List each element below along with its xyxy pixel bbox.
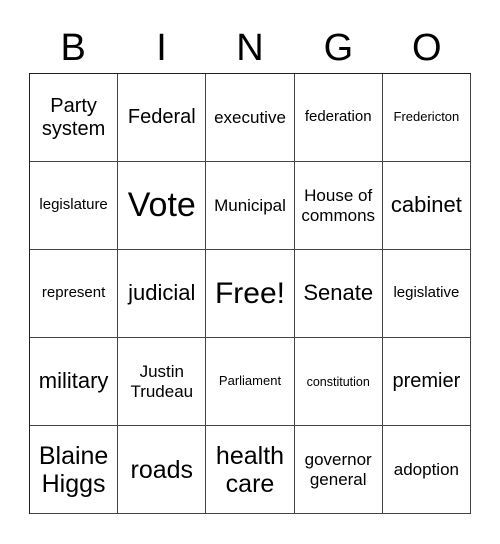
cell-text: governor general <box>304 450 372 489</box>
bingo-cell[interactable]: military <box>30 338 119 426</box>
cell-text: represent <box>41 284 106 302</box>
bingo-cell[interactable]: Justin Trudeau <box>118 338 207 426</box>
cell-text: Fredericton <box>393 109 460 125</box>
cell-text: Party system <box>41 95 106 140</box>
bingo-cell[interactable]: constitution <box>294 338 383 426</box>
bingo-cell[interactable]: Vote <box>118 162 207 250</box>
header-letter-n: N <box>236 27 264 69</box>
cell-text: legislative <box>393 284 460 302</box>
bingo-cell[interactable]: Party system <box>30 74 119 162</box>
bingo-header: B I N G O <box>29 24 471 72</box>
cell-text: Justin Trudeau <box>130 362 194 401</box>
cell-text: military <box>38 368 109 394</box>
bingo-cell[interactable]: House of commons <box>294 162 383 250</box>
cell-text: federation <box>304 108 372 126</box>
header-letter-g: G <box>323 27 354 69</box>
header-letter-o: O <box>411 27 442 69</box>
bingo-cell[interactable]: Federal <box>118 74 207 162</box>
cell-text: Municipal <box>214 195 286 215</box>
bingo-cell[interactable]: federation <box>294 74 383 162</box>
cell-text: adoption <box>393 459 459 479</box>
cell-text: roads <box>130 455 194 484</box>
cell-text: legislature <box>39 196 108 214</box>
cell-text: executive <box>214 107 286 127</box>
bingo-cell[interactable]: Parliament <box>206 338 295 426</box>
bingo-cell[interactable]: executive <box>206 74 295 162</box>
bingo-cell[interactable]: Senate <box>294 250 383 338</box>
header-letter-i: I <box>156 27 167 69</box>
cell-text: Federal <box>127 106 196 129</box>
cell-text: judicial <box>128 280 196 306</box>
bingo-cell[interactable]: cabinet <box>382 162 471 250</box>
cell-text: Vote <box>127 186 196 225</box>
cell-text: health care <box>215 441 285 498</box>
bingo-cell[interactable]: governor general <box>294 426 383 514</box>
cell-text: Free! <box>214 276 285 310</box>
bingo-cell[interactable]: Fredericton <box>382 74 471 162</box>
bingo-cell[interactable]: legislative <box>382 250 471 338</box>
free-space[interactable]: Free! <box>206 250 295 338</box>
bingo-cell[interactable]: roads <box>118 426 207 514</box>
bingo-grid: Party system Federal executive federatio… <box>29 73 471 514</box>
bingo-cell[interactable]: health care <box>206 426 295 514</box>
bingo-cell[interactable]: judicial <box>118 250 207 338</box>
cell-text: premier <box>392 370 461 393</box>
bingo-cell[interactable]: Blaine Higgs <box>30 426 119 514</box>
bingo-cell[interactable]: represent <box>30 250 119 338</box>
cell-text: constitution <box>306 374 370 389</box>
cell-text: cabinet <box>390 192 462 218</box>
bingo-cell[interactable]: adoption <box>382 426 471 514</box>
cell-text: Blaine Higgs <box>38 441 109 498</box>
cell-text: Parliament <box>218 373 282 389</box>
bingo-cell[interactable]: legislature <box>30 162 119 250</box>
bingo-cell[interactable]: Municipal <box>206 162 295 250</box>
cell-text: House of commons <box>301 186 376 225</box>
cell-text: Senate <box>303 280 374 306</box>
header-letter-b: B <box>60 27 86 69</box>
bingo-cell[interactable]: premier <box>382 338 471 426</box>
